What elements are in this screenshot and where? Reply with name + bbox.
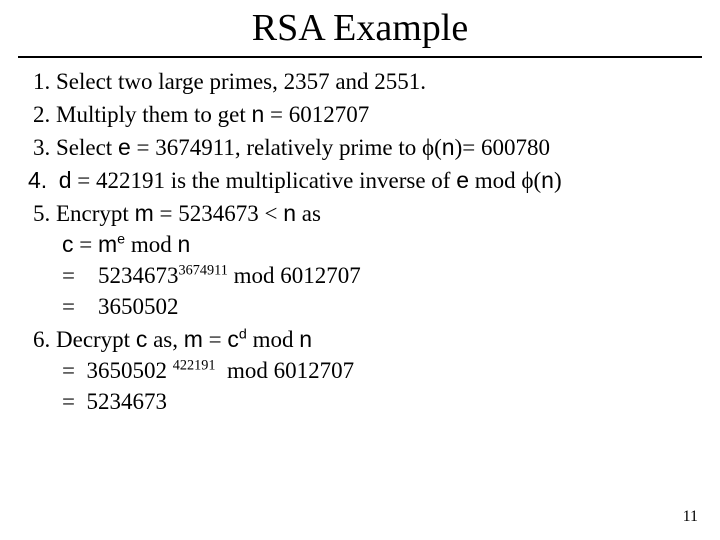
step-4-number: 4. <box>28 167 47 193</box>
step-5-exp-e: e <box>117 232 125 248</box>
step-6-eq-result: = 5234673 <box>62 386 692 417</box>
step-2-text-a: Multiply them to get <box>56 102 252 127</box>
step-3-text-b: = 3674911, relatively prime to ϕ( <box>131 135 442 160</box>
step-3-text-a: Select <box>56 135 118 160</box>
step-5-eq-substituted: = 52346733674911 mod 6012707 <box>62 260 692 291</box>
step-3-text-c: )= 600780 <box>455 135 550 160</box>
step-4: 4. d = 422191 is the multiplicative inve… <box>28 165 692 196</box>
step-6-text-a: Decrypt <box>56 327 136 352</box>
slide: RSA Example Select two large primes, 235… <box>0 0 720 540</box>
step-6-text-b: as, <box>147 327 183 352</box>
step-5-text-a: Encrypt <box>56 201 135 226</box>
step-6-line1-exp: 422191 <box>173 358 216 374</box>
step-6-line1-a: = 3650502 <box>62 358 173 383</box>
step-4-text-a: = 422191 is the multiplicative inverse o… <box>71 168 456 193</box>
step-5-var-c: c <box>62 231 74 257</box>
page-number: 11 <box>683 508 698 526</box>
step-6-exp-d: d <box>239 327 247 343</box>
step-3-var-e: e <box>118 134 131 160</box>
step-5-text-b: = 5234673 < <box>154 201 283 226</box>
step-5-eq-result: = 3650502 <box>62 291 692 322</box>
step-5-eq-definition: c = me mod n <box>62 229 692 260</box>
step-6-text-c: = <box>203 327 227 352</box>
step-5-var-m: m <box>135 200 154 226</box>
step-2: Multiply them to get n = 6012707 <box>56 99 692 130</box>
step-6-var-c: c <box>136 326 148 352</box>
step-5-eq: = <box>74 232 98 257</box>
step-6: Decrypt c as, m = cd mod n = 3650502 422… <box>56 324 692 417</box>
step-1: Select two large primes, 2357 and 2551. <box>56 66 692 97</box>
slide-title: RSA Example <box>0 0 720 52</box>
step-5-mod: mod <box>125 232 177 257</box>
horizontal-rule <box>18 56 702 58</box>
step-5-var-n2: n <box>177 231 190 257</box>
step-5-var-m2: m <box>98 231 117 257</box>
step-3: Select e = 3674911, relatively prime to … <box>56 132 692 163</box>
step-4-var-d: d <box>59 167 72 193</box>
step-6-var-c2: c <box>227 326 239 352</box>
step-5-line2-base: = 5234673 <box>62 263 178 288</box>
step-4-var-e: e <box>456 167 469 193</box>
step-6-text-d: mod <box>247 327 299 352</box>
step-6-var-m: m <box>184 326 203 352</box>
step-4-text-c: ) <box>554 168 562 193</box>
step-6-var-n: n <box>299 326 312 352</box>
step-4-text-b: mod ϕ( <box>469 168 541 193</box>
step-5-var-n: n <box>283 200 296 226</box>
step-4-var-n: n <box>541 167 554 193</box>
step-3-var-n: n <box>442 134 455 160</box>
step-6-line1-b: mod 6012707 <box>215 358 354 383</box>
steps-list: Select two large primes, 2357 and 2551. … <box>28 66 692 418</box>
step-2-text-b: = 6012707 <box>264 102 369 127</box>
step-5-line2-mod: mod 6012707 <box>228 263 361 288</box>
step-2-var-n: n <box>252 101 265 127</box>
step-5-text-c: as <box>296 201 321 226</box>
step-6-eq-substituted: = 3650502 422191 mod 6012707 <box>62 355 692 386</box>
step-5-line2-exp: 3674911 <box>178 263 227 279</box>
step-5: Encrypt m = 5234673 < n as c = me mod n … <box>56 198 692 322</box>
step-1-text: Select two large primes, 2357 and 2551. <box>56 69 426 94</box>
